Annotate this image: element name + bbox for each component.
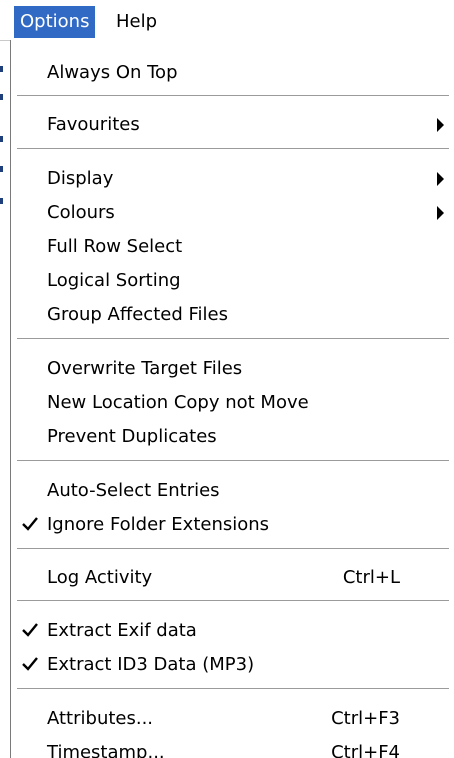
- menu-item-always-on-top[interactable]: Always On Top: [11, 56, 454, 90]
- menu-help[interactable]: Help: [110, 6, 163, 38]
- menu-item-label: Prevent Duplicates: [47, 426, 217, 447]
- menu-item-label: Overwrite Target Files: [47, 358, 243, 379]
- menu-bar: Options Help: [0, 0, 454, 41]
- menu-item-prevent-duplicates[interactable]: Prevent Duplicates: [11, 420, 454, 454]
- shortcut-label: Ctrl+L: [342, 567, 400, 588]
- menu-item-label: Favourites: [47, 114, 140, 135]
- window-edge-mark: [0, 136, 3, 142]
- menu-item-attributes[interactable]: Attributes... Ctrl+F3: [11, 702, 454, 736]
- menu-separator: [17, 548, 449, 550]
- menu-options[interactable]: Options: [14, 6, 96, 38]
- options-dropdown: Always On Top Favourites Display Colours…: [10, 40, 454, 758]
- menu-separator: [17, 338, 449, 340]
- menu-item-label: Log Activity: [47, 567, 153, 588]
- window-edge-mark: [0, 94, 3, 100]
- menu-item-logical-sorting[interactable]: Logical Sorting: [11, 264, 454, 298]
- submenu-arrow-icon: [437, 118, 444, 132]
- menu-item-timestamp[interactable]: Timestamp... Ctrl+F4: [11, 736, 454, 758]
- menu-item-extract-id3-data[interactable]: Extract ID3 Data (MP3): [11, 648, 454, 682]
- screen: Options Help Always On Top Favourites Di…: [0, 0, 454, 758]
- menu-separator: [17, 600, 449, 602]
- window-edge-mark: [0, 198, 3, 204]
- checkmark-icon: [22, 657, 38, 671]
- menu-item-label: Logical Sorting: [47, 270, 181, 291]
- menu-item-overwrite-target-files[interactable]: Overwrite Target Files: [11, 352, 454, 386]
- menu-item-log-activity[interactable]: Log Activity Ctrl+L: [11, 561, 454, 595]
- menu-item-label: Ignore Folder Extensions: [47, 514, 270, 535]
- menu-item-label: Colours: [47, 202, 115, 223]
- menu-item-label: Extract ID3 Data (MP3): [47, 654, 255, 675]
- menu-item-group-affected-files[interactable]: Group Affected Files: [11, 298, 454, 332]
- menu-item-label: Group Affected Files: [47, 304, 228, 325]
- menu-item-ignore-folder-extensions[interactable]: Ignore Folder Extensions: [11, 508, 454, 542]
- menu-item-label: Auto-Select Entries: [47, 480, 220, 501]
- menu-item-label: Full Row Select: [47, 236, 183, 257]
- menu-separator: [17, 148, 449, 150]
- submenu-arrow-icon: [437, 172, 444, 186]
- shortcut-label: Ctrl+F4: [331, 742, 400, 758]
- menu-separator: [17, 95, 449, 97]
- menu-separator: [17, 460, 449, 462]
- menu-item-favourites[interactable]: Favourites: [11, 108, 454, 142]
- window-edge: [0, 38, 8, 758]
- shortcut-label: Ctrl+F3: [331, 708, 400, 729]
- menu-item-label: New Location Copy not Move: [47, 392, 309, 413]
- menu-item-display[interactable]: Display: [11, 162, 454, 196]
- menu-item-label: Timestamp...: [47, 742, 165, 758]
- window-edge-mark: [0, 166, 3, 172]
- menu-item-new-location-copy-not-move[interactable]: New Location Copy not Move: [11, 386, 454, 420]
- menu-item-label: Always On Top: [47, 62, 178, 83]
- checkmark-icon: [22, 517, 38, 531]
- menu-item-extract-exif-data[interactable]: Extract Exif data: [11, 614, 454, 648]
- menu-item-full-row-select[interactable]: Full Row Select: [11, 230, 454, 264]
- menu-item-label: Attributes...: [47, 708, 154, 729]
- checkmark-icon: [22, 623, 38, 637]
- menu-item-label: Display: [47, 168, 114, 189]
- menu-item-label: Extract Exif data: [47, 620, 197, 641]
- submenu-arrow-icon: [437, 206, 444, 220]
- menu-item-colours[interactable]: Colours: [11, 196, 454, 230]
- menu-item-auto-select-entries[interactable]: Auto-Select Entries: [11, 474, 454, 508]
- window-edge-mark: [0, 66, 3, 72]
- menu-separator: [17, 688, 449, 690]
